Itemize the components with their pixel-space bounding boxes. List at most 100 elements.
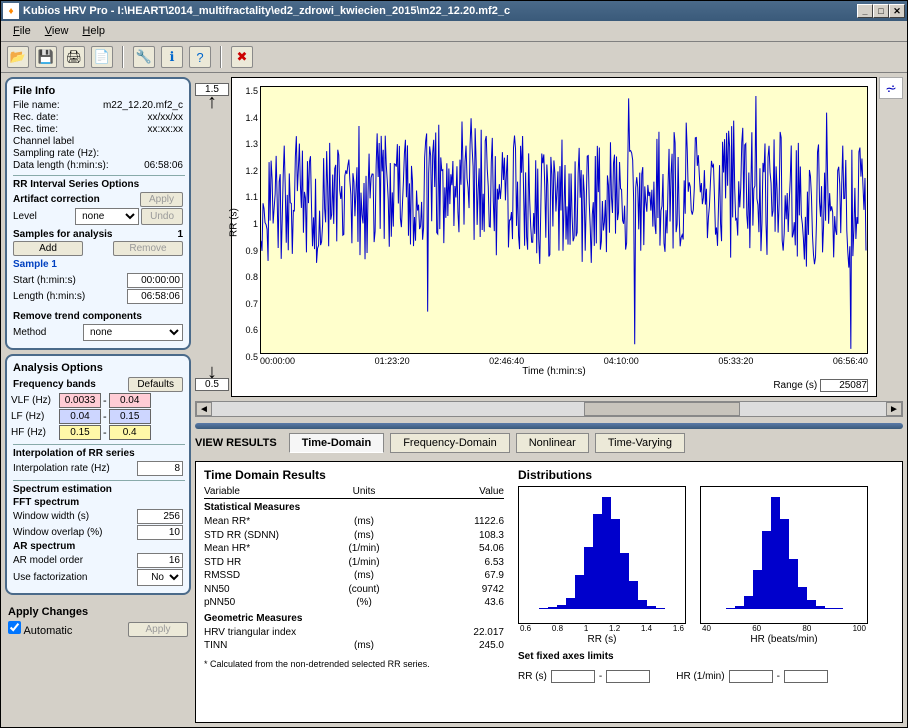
analysis-header: Analysis Options <box>13 362 185 374</box>
plot-ylabel: RR (s) <box>229 208 240 237</box>
settings-icon[interactable]: 🔧 <box>133 46 155 68</box>
group-statistical: Statistical Measures <box>204 502 504 513</box>
group-geometric: Geometric Measures <box>204 613 504 624</box>
col-value: Value <box>404 486 504 497</box>
detrend-header: Remove trend components <box>13 308 185 322</box>
hr-histogram: 406080100 HR (beats/min) <box>700 486 868 645</box>
result-row: Mean HR*(1/min)54.06 <box>204 542 504 556</box>
length-label: Length (h:min:s) <box>13 291 85 302</box>
tab-nonlinear[interactable]: Nonlinear <box>516 433 589 453</box>
scroll-left-icon[interactable]: ◄ <box>196 402 212 416</box>
col-variable: Variable <box>204 486 324 497</box>
results-footnote: * Calculated from the non-detrended sele… <box>204 659 504 669</box>
lf-lo[interactable]: 0.04 <box>59 409 101 424</box>
freq-bands-label: Frequency bands <box>13 379 96 390</box>
level-select[interactable]: none <box>75 208 139 225</box>
minimize-button[interactable]: _ <box>857 4 873 18</box>
lf-hi[interactable]: 0.15 <box>109 409 151 424</box>
plot-canvas[interactable] <box>260 86 868 354</box>
ufact-select[interactable]: No <box>137 569 183 586</box>
hf-hi[interactable]: 0.4 <box>109 425 151 440</box>
down-arrow-icon: ↓ <box>207 366 217 378</box>
data-length-value: 06:58:06 <box>144 160 183 171</box>
maximize-button[interactable]: □ <box>873 4 889 18</box>
method-select[interactable]: none <box>83 324 183 341</box>
channel-label: Channel label <box>13 136 74 147</box>
samples-label: Samples for analysis <box>13 229 113 240</box>
vlf-label: VLF (Hz) <box>11 395 57 406</box>
artifact-apply-button[interactable]: Apply <box>140 192 183 207</box>
interp-header: Interpolation of RR series <box>13 444 185 459</box>
menubar: File View Help <box>1 21 907 42</box>
rr-hist-xlabel: RR (s) <box>518 634 686 645</box>
vlf-lo[interactable]: 0.0033 <box>59 393 101 408</box>
rr-lim-lo[interactable] <box>551 670 595 683</box>
result-row: STD RR (SDNN)(ms)108.3 <box>204 529 504 543</box>
titlebar: ♦ Kubios HRV Pro - I:\HEART\2014_multifr… <box>1 1 907 21</box>
range-input[interactable] <box>820 379 868 392</box>
menu-file[interactable]: File <box>7 23 37 39</box>
close-file-icon[interactable]: ✖ <box>231 46 253 68</box>
sampling-rate-label: Sampling rate (Hz): <box>13 148 99 159</box>
hr-lim-hi[interactable] <box>784 670 828 683</box>
help-icon[interactable]: ? <box>189 46 211 68</box>
filename-label: File name: <box>13 100 60 111</box>
vlf-hi[interactable]: 0.04 <box>109 393 151 408</box>
save-icon[interactable]: 💾 <box>35 46 57 68</box>
defaults-button[interactable]: Defaults <box>128 377 183 392</box>
report-icon[interactable]: 📄 <box>91 46 113 68</box>
automatic-checkbox[interactable]: Automatic <box>8 621 72 637</box>
apply-button[interactable]: Apply <box>128 622 188 637</box>
limits-label: Set fixed axes limits <box>518 651 894 662</box>
app-icon: ♦ <box>3 3 19 19</box>
length-input[interactable] <box>127 289 183 304</box>
arord-input[interactable] <box>137 553 183 568</box>
open-icon[interactable]: 📂 <box>7 46 29 68</box>
ww-label: Window width (s) <box>13 511 89 522</box>
ww-input[interactable] <box>137 509 183 524</box>
wo-input[interactable] <box>137 525 183 540</box>
apply-header: Apply Changes <box>8 606 188 618</box>
tab-frequency-domain[interactable]: Frequency-Domain <box>390 433 510 453</box>
hr-lim-lo[interactable] <box>729 670 773 683</box>
menu-help[interactable]: Help <box>76 23 111 39</box>
artifact-label: Artifact correction <box>13 194 100 205</box>
irate-input[interactable] <box>137 461 183 476</box>
remove-sample-button[interactable]: Remove <box>113 241 183 256</box>
ar-label: AR spectrum <box>13 541 75 552</box>
legend-icon[interactable]: ⩫ <box>879 77 903 99</box>
up-arrow-icon: ↑ <box>207 96 217 108</box>
print-icon[interactable]: 🖨 <box>63 46 85 68</box>
start-label: Start (h:min:s) <box>13 275 76 286</box>
result-row: Mean RR*(ms)1122.6 <box>204 515 504 529</box>
filename-value: m22_12.20.mf2_c <box>103 100 183 111</box>
result-row: HRV triangular index22.017 <box>204 626 504 640</box>
hf-lo[interactable]: 0.15 <box>59 425 101 440</box>
results-title: Time Domain Results <box>204 468 504 482</box>
fft-label: FFT spectrum <box>13 497 79 508</box>
rr-plot[interactable]: RR (s) 1.51.41.31.21.110.90.80.70.60.5 0… <box>231 77 877 397</box>
result-row: TINN(ms)245.0 <box>204 639 504 653</box>
scroll-right-icon[interactable]: ► <box>886 402 902 416</box>
start-input[interactable] <box>127 273 183 288</box>
tab-time-domain[interactable]: Time-Domain <box>289 433 384 453</box>
ylim-lo-input[interactable] <box>195 378 229 391</box>
undo-button[interactable]: Undo <box>141 208 183 225</box>
menu-view[interactable]: View <box>39 23 75 39</box>
time-scrollbar[interactable]: ◄ ► <box>195 401 903 417</box>
close-button[interactable]: ✕ <box>889 4 905 18</box>
info-icon[interactable]: ℹ <box>161 46 183 68</box>
add-sample-button[interactable]: Add <box>13 241 83 256</box>
scroll-thumb[interactable] <box>584 402 739 416</box>
plot-xlabel: Time (h:min:s) <box>232 366 876 379</box>
tab-time-varying[interactable]: Time-Varying <box>595 433 685 453</box>
rr-lim-hi[interactable] <box>606 670 650 683</box>
samples-count: 1 <box>177 229 183 240</box>
result-row: pNN50(%)43.6 <box>204 596 504 610</box>
level-label: Level <box>13 211 37 222</box>
view-results-label: VIEW RESULTS <box>195 437 277 449</box>
rectime-value: xx:xx:xx <box>147 124 183 135</box>
result-row: NN50(count)9742 <box>204 583 504 597</box>
range-label: Range (s) <box>773 380 817 391</box>
distributions-title: Distributions <box>518 468 894 482</box>
